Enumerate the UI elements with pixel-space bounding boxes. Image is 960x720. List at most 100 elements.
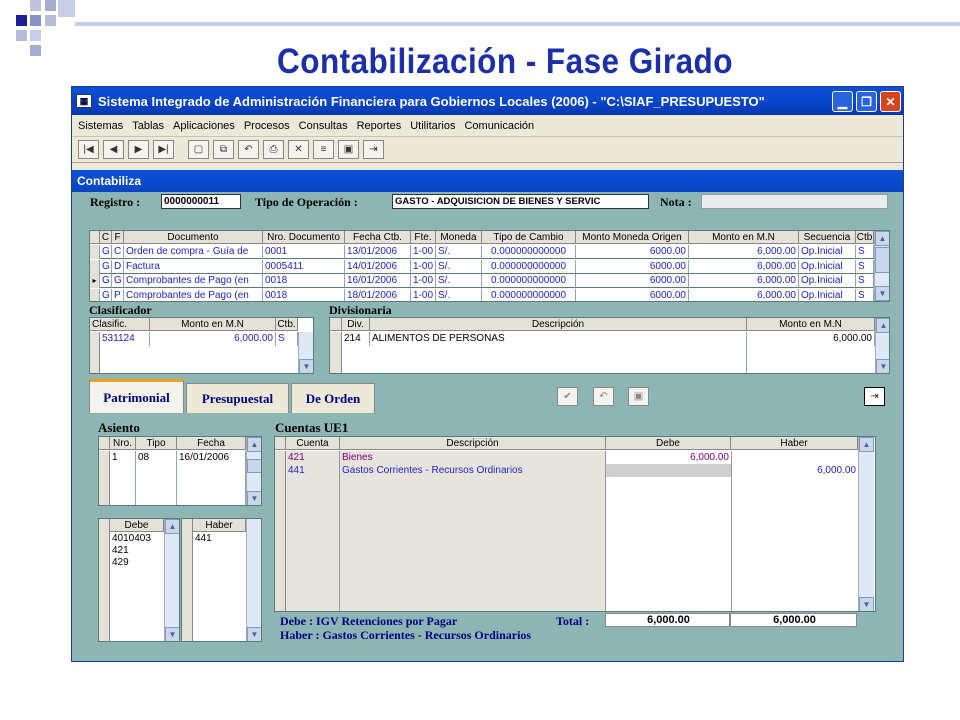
- scroll-up-icon[interactable]: ▲: [876, 318, 889, 333]
- tab-de-orden[interactable]: De Orden: [291, 383, 375, 413]
- undo-icon[interactable]: ↶: [593, 387, 614, 406]
- document-cell[interactable]: S/.: [436, 245, 482, 259]
- row-header[interactable]: [90, 259, 100, 274]
- document-cell[interactable]: 16/01/2006: [345, 274, 411, 288]
- prev-record-icon[interactable]: ◀: [103, 140, 124, 159]
- document-cell[interactable]: Comprobantes de Pago (en: [124, 288, 263, 301]
- document-cell[interactable]: 6,000.00: [689, 245, 799, 259]
- monto-cell[interactable]: 6,000.00: [150, 332, 276, 346]
- document-cell[interactable]: S/.: [436, 274, 482, 288]
- fecha-cell[interactable]: 16/01/2006: [177, 451, 246, 505]
- document-cell[interactable]: S: [856, 245, 874, 259]
- document-cell[interactable]: G: [100, 245, 112, 259]
- document-cell[interactable]: 6,000.00: [689, 259, 799, 274]
- document-cell[interactable]: 6000.00: [576, 274, 689, 288]
- window-titlebar[interactable]: ▦ Sistema Integrado de Administración Fi…: [72, 87, 903, 115]
- debe-scrollbar[interactable]: ▲ ▼: [164, 519, 179, 641]
- last-record-icon[interactable]: ▶|: [153, 140, 174, 159]
- stack-icon[interactable]: ≡: [313, 140, 334, 159]
- document-cell[interactable]: 0.000000000000: [482, 288, 576, 301]
- registro-field[interactable]: 0000000011: [161, 194, 241, 209]
- exit-icon[interactable]: ⇥: [864, 387, 885, 406]
- document-cell[interactable]: S: [856, 259, 874, 274]
- scroll-down-icon[interactable]: ▼: [165, 627, 179, 641]
- scroll-up-icon[interactable]: ▲: [247, 437, 261, 452]
- minimize-button[interactable]: ▁: [832, 91, 853, 112]
- scroll-down-icon[interactable]: ▼: [875, 286, 889, 301]
- clasific-cell[interactable]: 531124: [100, 332, 150, 346]
- debe-cell[interactable]: 6,000.00: [606, 451, 731, 464]
- document-cell[interactable]: 0.000000000000: [482, 274, 576, 288]
- haber-cell[interactable]: 6,000.00: [731, 464, 858, 477]
- tipo-operacion-field[interactable]: GASTO - ADQUISICION DE BIENES Y SERVIC: [392, 194, 649, 209]
- document-cell[interactable]: 6000.00: [576, 259, 689, 274]
- delete-icon[interactable]: ✕: [288, 140, 309, 159]
- document-cell[interactable]: 6,000.00: [689, 288, 799, 301]
- menu-comunicacion[interactable]: Comunicación: [464, 120, 534, 132]
- nro-cell[interactable]: 1: [110, 451, 136, 505]
- document-cell[interactable]: Op.Inicial: [799, 288, 856, 301]
- copy-icon[interactable]: ⧉: [213, 140, 234, 159]
- menu-consultas[interactable]: Consultas: [299, 120, 348, 132]
- next-record-icon[interactable]: ▶: [128, 140, 149, 159]
- document-cell[interactable]: 0018: [263, 274, 345, 288]
- row-header[interactable]: [90, 245, 100, 259]
- document-cell[interactable]: Op.Inicial: [799, 245, 856, 259]
- document-cell[interactable]: G: [100, 288, 112, 301]
- row-header[interactable]: [90, 288, 100, 301]
- print-icon[interactable]: ⎙: [263, 140, 284, 159]
- ctb-cell[interactable]: S: [276, 332, 298, 346]
- menu-tablas[interactable]: Tablas: [132, 120, 164, 132]
- document-cell[interactable]: 0018: [263, 288, 345, 301]
- document-cell[interactable]: Orden de compra - Guía de: [124, 245, 263, 259]
- document-cell[interactable]: 0001: [263, 245, 345, 259]
- scroll-up-icon[interactable]: ▲: [859, 437, 874, 452]
- scroll-up-icon[interactable]: ▲: [875, 231, 889, 246]
- document-cell[interactable]: 1-00: [411, 259, 436, 274]
- document-cell[interactable]: S: [856, 274, 874, 288]
- document-cell[interactable]: 14/01/2006: [345, 259, 411, 274]
- scroll-down-icon[interactable]: ▼: [859, 597, 874, 611]
- document-cell[interactable]: S/.: [436, 259, 482, 274]
- document-cell[interactable]: D: [112, 259, 124, 274]
- scroll-down-icon[interactable]: ▼: [299, 359, 313, 373]
- document-cell[interactable]: 18/01/2006: [345, 288, 411, 301]
- document-cell[interactable]: 0.000000000000: [482, 259, 576, 274]
- haber-scrollbar[interactable]: ▼: [246, 519, 261, 641]
- monto-cell[interactable]: 6,000.00: [747, 332, 875, 346]
- tab-patrimonial[interactable]: Patrimonial: [89, 379, 184, 413]
- nota-field[interactable]: [701, 194, 888, 209]
- debe-value[interactable]: 4010403: [110, 533, 164, 545]
- menu-aplicaciones[interactable]: Aplicaciones: [173, 120, 235, 132]
- new-icon[interactable]: ▢: [188, 140, 209, 159]
- asiento-scrollbar[interactable]: ▲ ▼: [246, 437, 261, 505]
- divisionaria-scrollbar[interactable]: ▲ ▼: [875, 318, 889, 373]
- scroll-thumb[interactable]: [247, 459, 261, 473]
- restore-button[interactable]: ❐: [856, 91, 877, 112]
- descripcion-cell[interactable]: ALIMENTOS DE PERSONAS: [370, 332, 747, 373]
- document-cell[interactable]: Comprobantes de Pago (en: [124, 274, 263, 288]
- div-cell[interactable]: 214: [342, 332, 370, 346]
- save-icon[interactable]: ▣: [338, 140, 359, 159]
- descripcion-cell[interactable]: Gastos Corrientes - Recursos Ordinarios: [340, 464, 606, 477]
- undo-icon[interactable]: ↶: [238, 140, 259, 159]
- document-cell[interactable]: 1-00: [411, 245, 436, 259]
- document-cell[interactable]: G: [112, 274, 124, 288]
- document-cell[interactable]: 13/01/2006: [345, 245, 411, 259]
- tab-presupuestal[interactable]: Presupuestal: [186, 383, 289, 413]
- menu-reportes[interactable]: Reportes: [357, 120, 402, 132]
- cuentas-scrollbar[interactable]: ▲ ▼: [858, 437, 874, 611]
- menu-procesos[interactable]: Procesos: [244, 120, 290, 132]
- debe-value[interactable]: 421: [110, 545, 164, 557]
- document-cell[interactable]: G: [100, 274, 112, 288]
- exit-icon[interactable]: ⇥: [363, 140, 384, 159]
- document-cell[interactable]: S/.: [436, 288, 482, 301]
- confirm-icon[interactable]: ✔: [557, 387, 578, 406]
- document-cell[interactable]: P: [112, 288, 124, 301]
- document-cell[interactable]: 0.000000000000: [482, 245, 576, 259]
- documents-scrollbar[interactable]: ▲ ▼: [874, 231, 889, 301]
- first-record-icon[interactable]: |◀: [78, 140, 99, 159]
- document-cell[interactable]: G: [100, 259, 112, 274]
- document-cell[interactable]: S: [856, 288, 874, 301]
- document-cell[interactable]: Op.Inicial: [799, 274, 856, 288]
